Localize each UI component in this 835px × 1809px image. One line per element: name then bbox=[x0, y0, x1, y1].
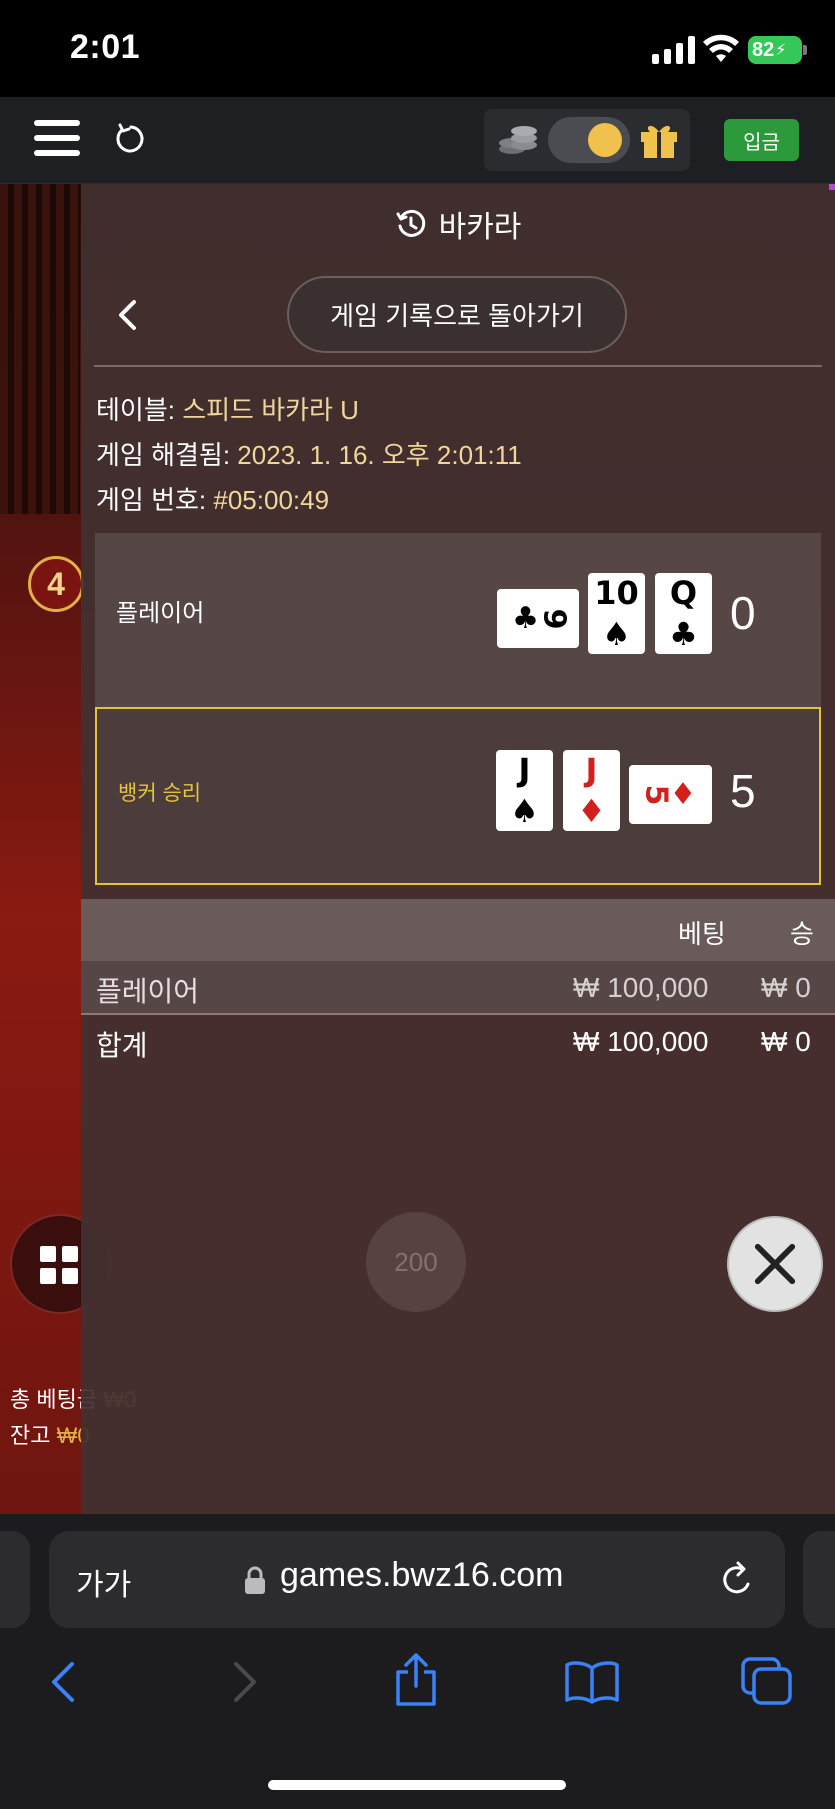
row-name: 플레이어 bbox=[96, 976, 200, 1007]
card-suit: ♦ bbox=[669, 776, 697, 812]
chips-icon bbox=[499, 126, 537, 154]
panel-divider bbox=[94, 365, 822, 367]
toggle-knob bbox=[588, 123, 622, 157]
lock-icon bbox=[245, 1566, 265, 1594]
game-number-label: 게임 번호: bbox=[96, 485, 207, 515]
banker-card-3: 5 ♦ bbox=[629, 765, 712, 824]
next-tab[interactable] bbox=[803, 1531, 835, 1628]
grid-icon-cell bbox=[62, 1246, 78, 1262]
status-time: 2:01 bbox=[70, 28, 141, 66]
page-settings-button[interactable]: 가가 bbox=[76, 1560, 131, 1604]
card-rank: 10 bbox=[594, 574, 639, 612]
resolved-value: 2023. 1. 16. 오후 2:01:11 bbox=[237, 440, 522, 470]
card-rank: J bbox=[518, 751, 531, 789]
scene-balance: 잔고 ₩0 bbox=[10, 1418, 90, 1450]
battery-nub bbox=[803, 45, 807, 55]
back-to-history-button[interactable]: 게임 기록으로 돌아가기 bbox=[287, 276, 627, 353]
player-score: 0 bbox=[730, 587, 756, 639]
previous-tab[interactable] bbox=[0, 1531, 30, 1628]
currency-toggle[interactable] bbox=[548, 117, 630, 163]
scene-round-badge: 4 bbox=[28, 556, 84, 612]
total-row-name: 합계 bbox=[96, 1030, 148, 1061]
gift-icon[interactable] bbox=[638, 120, 680, 160]
balance-label: 잔고 bbox=[10, 1423, 51, 1448]
card-rank: 9 bbox=[536, 608, 572, 629]
game-number-info: 게임 번호: #05:00:49 bbox=[96, 480, 329, 517]
grid-icon-cell bbox=[40, 1268, 56, 1284]
table-value: 스피드 바카라 U bbox=[182, 395, 359, 425]
tabs-icon[interactable] bbox=[740, 1656, 794, 1706]
wifi-icon bbox=[703, 34, 739, 62]
scene-decoration bbox=[0, 184, 80, 514]
row-bet: ₩ 100,000 bbox=[573, 972, 709, 1003]
total-row-bet: ₩ 100,000 bbox=[573, 1026, 709, 1057]
reload-icon[interactable] bbox=[718, 1560, 756, 1600]
resolved-info: 게임 해결됨: 2023. 1. 16. 오후 2:01:11 bbox=[96, 435, 522, 472]
grid-icon bbox=[40, 1246, 56, 1262]
table-label: 테이블: bbox=[96, 395, 175, 425]
player-card-3: Q ♣ bbox=[655, 573, 712, 654]
panel-title-text: 바카라 bbox=[438, 211, 522, 244]
column-bet: 베팅 bbox=[678, 919, 726, 949]
card-rank: 5 bbox=[638, 784, 674, 805]
game-number-value: #05:00:49 bbox=[213, 485, 330, 515]
deposit-button[interactable]: 입금 bbox=[724, 119, 799, 161]
charging-bolt-icon: ⚡ bbox=[775, 42, 787, 59]
column-win: 승 bbox=[790, 919, 814, 949]
card-suit: ♠ bbox=[602, 615, 631, 653]
grid-icon-cell bbox=[62, 1268, 78, 1284]
url-text[interactable]: games.bwz16.com bbox=[280, 1556, 563, 1595]
cellular-signal-icon bbox=[652, 36, 695, 64]
banker-result bbox=[95, 707, 821, 885]
player-label: 플레이어 bbox=[116, 600, 205, 627]
panel-title: 바카라 bbox=[81, 184, 835, 264]
refresh-icon[interactable] bbox=[114, 122, 148, 156]
history-icon bbox=[396, 209, 425, 237]
forward-icon[interactable] bbox=[230, 1660, 260, 1704]
player-card-2: 10 ♠ bbox=[588, 573, 645, 654]
card-rank: J bbox=[585, 751, 598, 789]
menu-icon[interactable] bbox=[34, 120, 80, 156]
card-suit: ♦ bbox=[577, 792, 606, 830]
row-win: ₩ 0 bbox=[761, 972, 811, 1003]
card-suit: ♠ bbox=[510, 792, 539, 830]
table-info: 테이블: 스피드 바카라 U bbox=[96, 390, 359, 427]
banker-card-2: J ♦ bbox=[563, 750, 620, 831]
back-chevron-icon[interactable] bbox=[116, 298, 138, 332]
card-rank: Q bbox=[669, 574, 698, 612]
row-separator bbox=[81, 1013, 835, 1015]
close-icon bbox=[754, 1243, 796, 1285]
banker-win-label: 뱅커 승리 bbox=[118, 782, 202, 805]
battery-level: 82 bbox=[752, 38, 775, 61]
share-icon[interactable] bbox=[394, 1652, 438, 1708]
close-button[interactable] bbox=[727, 1216, 823, 1312]
battery-indicator: 82 ⚡ bbox=[748, 36, 802, 64]
bookmarks-icon[interactable] bbox=[564, 1660, 620, 1704]
banker-card-1: J ♠ bbox=[496, 750, 553, 831]
total-row-win: ₩ 0 bbox=[761, 1026, 811, 1057]
resolved-label: 게임 해결됨: bbox=[96, 440, 231, 470]
card-suit: ♣ bbox=[669, 615, 698, 653]
banker-score: 5 bbox=[730, 765, 756, 817]
player-card-1: ♣ 9 bbox=[497, 589, 579, 648]
scene-chip: 200 bbox=[366, 1212, 466, 1312]
back-icon[interactable] bbox=[48, 1660, 78, 1704]
card-suit: ♣ bbox=[512, 600, 540, 636]
home-indicator bbox=[268, 1780, 566, 1790]
